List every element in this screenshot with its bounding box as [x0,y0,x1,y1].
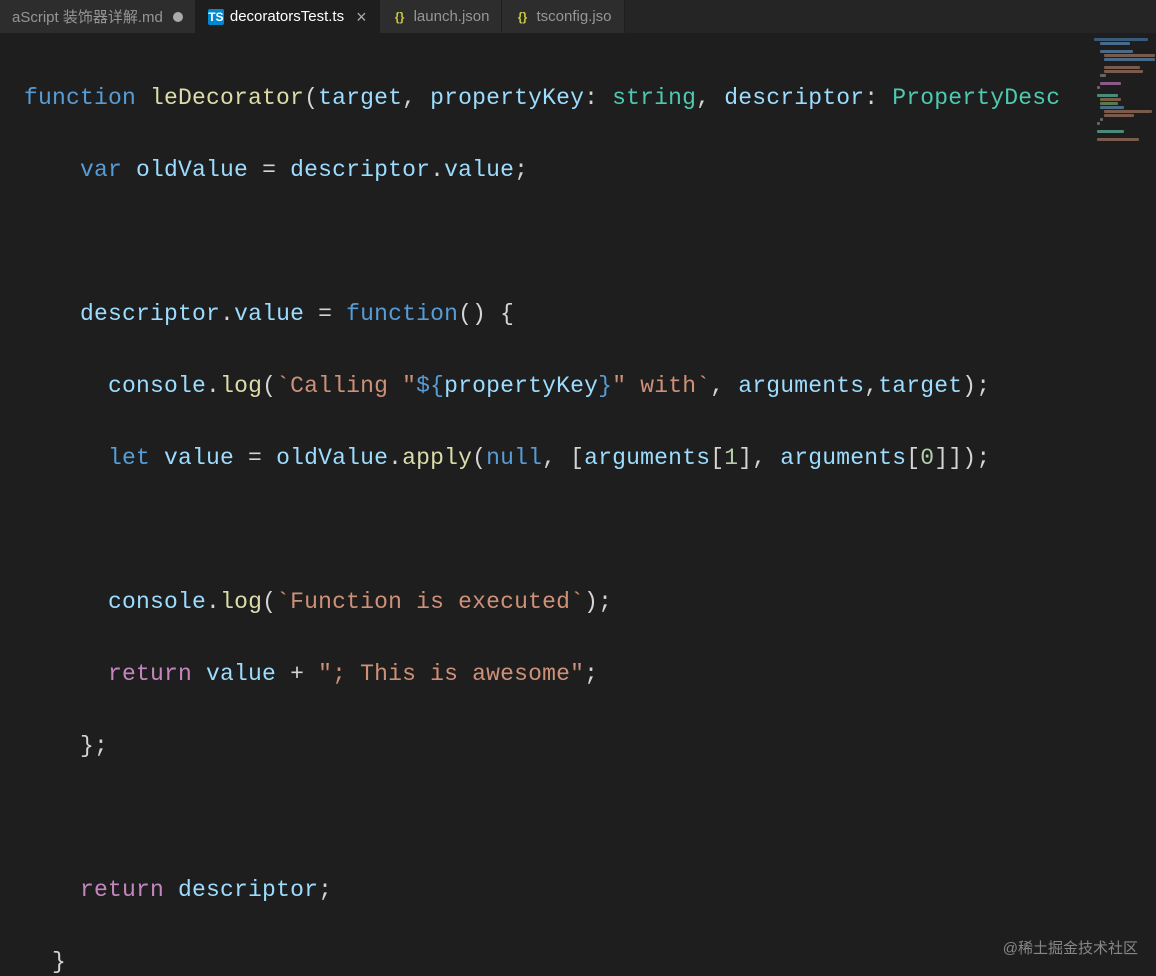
dirty-indicator-icon [173,12,183,22]
tab-decorators-test[interactable]: TS decoratorsTest.ts × [196,0,380,33]
tab-launch-json[interactable]: {} launch.json [380,0,503,33]
code-line[interactable]: console.log(`Calling "${propertyKey}" wi… [24,368,1092,404]
close-icon[interactable]: × [356,8,367,26]
code-line[interactable]: return value + "; This is awesome"; [24,656,1092,692]
code-line[interactable]: let value = oldValue.apply(null, [argume… [24,440,1092,476]
code-line[interactable]: descriptor.value = function() { [24,296,1092,332]
file-label: decoratorsTest.ts [230,8,344,25]
editor-container: function leDecorator(target, propertyKey… [0,34,1156,976]
file-label: launch.json [414,8,490,25]
tab-tsconfig-json[interactable]: {} tsconfig.jso [502,0,624,33]
code-line[interactable] [24,224,1092,260]
code-line[interactable]: } [24,944,1092,976]
code-line[interactable]: }; [24,728,1092,764]
file-label: tsconfig.jso [536,8,611,25]
code-editor[interactable]: function leDecorator(target, propertyKey… [0,34,1092,976]
code-line[interactable]: return descriptor; [24,872,1092,908]
watermark: @稀土掘金技术社区 [1003,937,1138,958]
code-line[interactable]: var oldValue = descriptor.value; [24,152,1092,188]
code-line[interactable] [24,512,1092,548]
tab-bar: aScript 装饰器详解.md TS decoratorsTest.ts × … [0,0,1156,34]
json-icon: {} [392,9,408,25]
code-line[interactable]: function leDecorator(target, propertyKey… [24,80,1092,116]
file-label: aScript 装饰器详解.md [12,6,163,27]
code-line[interactable]: console.log(`Function is executed`); [24,584,1092,620]
tab-markdown[interactable]: aScript 装饰器详解.md [0,0,196,33]
code-line[interactable] [24,800,1092,836]
minimap[interactable] [1092,34,1156,976]
json-icon: {} [514,9,530,25]
typescript-icon: TS [208,9,224,25]
